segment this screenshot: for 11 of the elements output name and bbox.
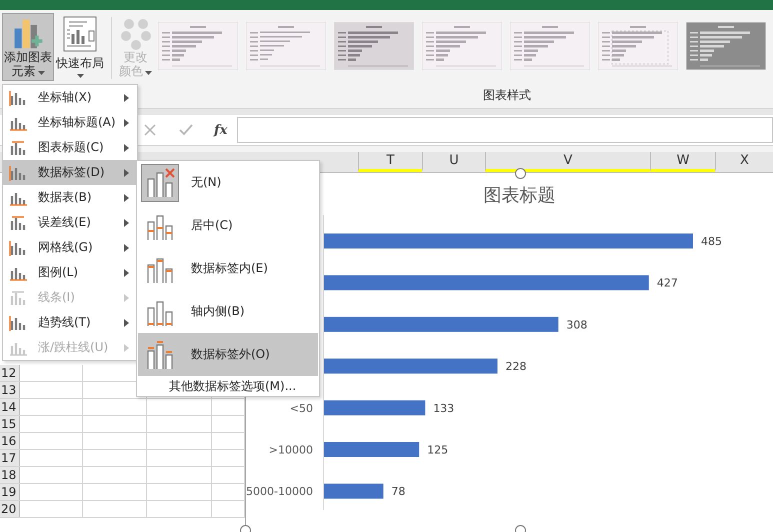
data-label: 78 [391,485,406,498]
data-label: 485 [701,235,722,248]
category-label: 5000-10000 [246,485,313,498]
data-label: 308 [566,318,588,332]
category-label: <50 [290,402,313,415]
data-label: 228 [505,360,526,374]
data-label: 125 [427,444,448,456]
group-label: 图表样式 [483,87,531,104]
data-label: 133 [433,402,454,415]
category-label: >10000 [268,444,313,456]
data-label: 427 [656,276,678,290]
